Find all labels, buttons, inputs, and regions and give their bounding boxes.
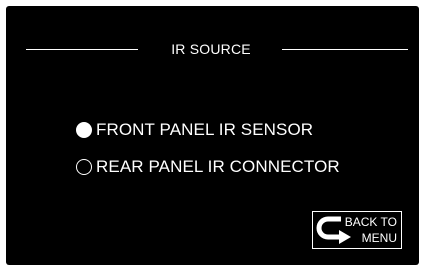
radio-unselected-icon[interactable] <box>76 159 92 175</box>
option-rear-panel-ir-connector[interactable]: REAR PANEL IR CONNECTOR <box>76 156 340 178</box>
option-label: FRONT PANEL IR SENSOR <box>96 120 314 139</box>
radio-selected-icon[interactable] <box>76 122 92 138</box>
option-front-panel-ir-sensor[interactable]: FRONT PANEL IR SENSOR <box>76 119 313 141</box>
back-to-menu-button[interactable]: BACK TO MENU <box>312 211 402 249</box>
ir-source-screen: IR SOURCE FRONT PANEL IR SENSOR REAR PAN… <box>6 6 419 265</box>
back-button-line1: BACK TO <box>344 215 397 229</box>
title-row: IR SOURCE <box>6 39 419 59</box>
back-button-line2: MENU <box>361 231 397 245</box>
option-label: REAR PANEL IR CONNECTOR <box>96 157 340 176</box>
page-title: IR SOURCE <box>171 41 251 57</box>
title-divider-left <box>26 49 138 50</box>
back-button-label: BACK TO MENU <box>345 214 397 246</box>
title-divider-right <box>282 49 408 50</box>
